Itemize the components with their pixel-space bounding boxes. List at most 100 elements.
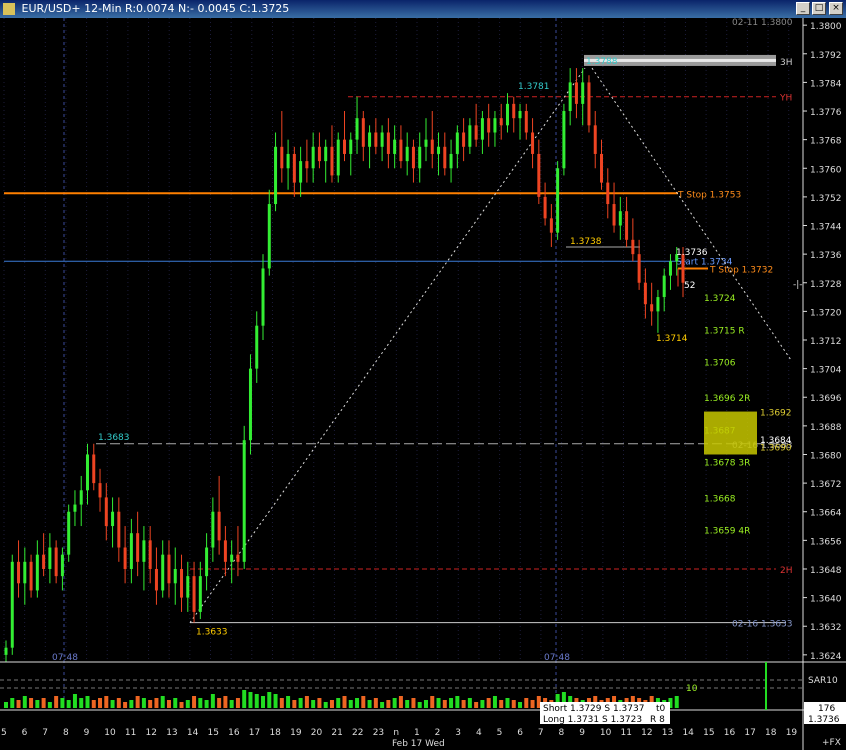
volume-bar	[336, 698, 341, 708]
volume-bar	[148, 700, 153, 708]
volume-bar	[35, 700, 40, 708]
candle-body	[574, 82, 578, 104]
volume-bar	[311, 700, 316, 708]
axis-tick-label: 1.3712	[810, 337, 842, 347]
candle-body	[349, 139, 353, 154]
volume-bar	[461, 700, 466, 708]
candle-body	[524, 111, 528, 133]
target-label: 1.3678 3R	[704, 459, 750, 469]
volume-bar	[467, 698, 472, 708]
volume-bar	[405, 700, 410, 708]
candle-body	[255, 325, 259, 369]
axis-tick-label: 1.3632	[810, 623, 842, 633]
price-label: 1.3781	[518, 82, 550, 92]
time-tick-label: 11	[125, 728, 136, 738]
chart-background	[0, 18, 846, 750]
volume-bar	[292, 700, 297, 708]
time-tick-label: 3	[455, 728, 461, 738]
zone-mid-label: 1.3684	[760, 436, 792, 446]
title-bar: EUR/USD+ 12-Min R:0.0074 N:- 0.0045 C:1.…	[0, 0, 846, 18]
volume-bar	[22, 696, 27, 708]
volume-bar	[72, 694, 77, 708]
candle-body	[650, 304, 654, 312]
volume-bar	[530, 700, 535, 708]
volume-bar	[323, 702, 328, 708]
candle-body	[154, 568, 158, 591]
time-tick-label: 18	[765, 728, 777, 738]
minimize-button[interactable]: _	[796, 2, 810, 15]
time-tick-label: 7	[42, 728, 48, 738]
volume-bar	[430, 696, 435, 708]
price-marker-icon: -|-	[793, 280, 803, 290]
candle-body	[92, 454, 96, 484]
candle-body	[280, 146, 284, 169]
volume-bar	[47, 702, 52, 708]
candle-body	[142, 540, 146, 562]
volume-bar	[480, 700, 485, 708]
volume-bar	[223, 696, 228, 708]
candle-body	[455, 132, 459, 154]
candle-body	[355, 118, 359, 140]
candle-body	[437, 146, 441, 154]
price-label: 1.3683	[98, 433, 130, 443]
candle-body	[493, 118, 497, 133]
candle-body	[487, 118, 491, 133]
candle-body	[668, 261, 672, 276]
candle-body	[111, 511, 115, 527]
time-tick-label: 21	[331, 728, 342, 738]
price-chart[interactable]: 07:48 07:48 3HYHT Stop 1.3753Start 1.3734…	[0, 18, 846, 750]
volume-bar	[4, 702, 8, 708]
time-tick-label: 16	[724, 728, 736, 738]
time-tick-label: 10	[104, 728, 116, 738]
axis-tick-label: 1.3624	[810, 652, 842, 662]
volume-bar	[104, 696, 109, 708]
candle-body	[393, 139, 397, 154]
volume-bar	[286, 696, 291, 708]
volume-bar	[248, 692, 253, 708]
candle-body	[17, 561, 21, 584]
candle-body	[180, 568, 184, 598]
volume-bar	[423, 700, 428, 708]
candle-body	[418, 146, 422, 169]
volume-bar	[185, 700, 190, 708]
time-tick-label: 19	[290, 728, 302, 738]
candle-body	[211, 511, 215, 548]
time-tick-label: 17	[249, 728, 260, 738]
volume-bar	[348, 700, 353, 708]
volume-bar	[304, 696, 309, 708]
axis-tick-label: 1.3648	[810, 566, 842, 576]
time-tick-label: 1	[414, 728, 420, 738]
axis-tick-label: 1.3704	[810, 366, 842, 376]
time-tick-label: 19	[786, 728, 798, 738]
volume-bar	[486, 698, 491, 708]
time-tick-label: 13	[662, 728, 673, 738]
axis-tick-label: 1.3720	[810, 308, 842, 318]
time-tick-label: 5	[497, 728, 503, 738]
candle-body	[79, 490, 83, 505]
candle-body	[230, 554, 234, 562]
maximize-button[interactable]: □	[812, 2, 826, 15]
candle-body	[205, 547, 209, 577]
close-button[interactable]: ×	[829, 2, 843, 15]
volume-bar	[198, 698, 203, 708]
target-label: 1.3706	[704, 358, 736, 368]
volume-bar	[242, 690, 247, 708]
tick-count: 176	[818, 704, 835, 714]
candle-body	[186, 576, 190, 598]
candle-body	[60, 554, 64, 577]
time-tick-label: 6	[22, 728, 28, 738]
axis-tick-label: 1.3800	[810, 22, 842, 32]
level-yh-label: YH	[779, 94, 792, 104]
level-tstop-label: T Stop 1.3753	[677, 190, 741, 200]
volume-bar	[41, 698, 46, 708]
time-tick-label: 14	[187, 728, 199, 738]
volume-bar	[317, 698, 322, 708]
volume-bar	[79, 698, 84, 708]
candle-body	[343, 139, 346, 154]
volume-bar	[279, 698, 284, 708]
order-long: Long 1.3731 S 1.3723	[543, 715, 642, 725]
volume-bar	[54, 696, 59, 708]
axis-tick-label: 1.3784	[810, 79, 842, 89]
candle-body	[568, 82, 572, 112]
time-tick-label: 23	[373, 728, 384, 738]
